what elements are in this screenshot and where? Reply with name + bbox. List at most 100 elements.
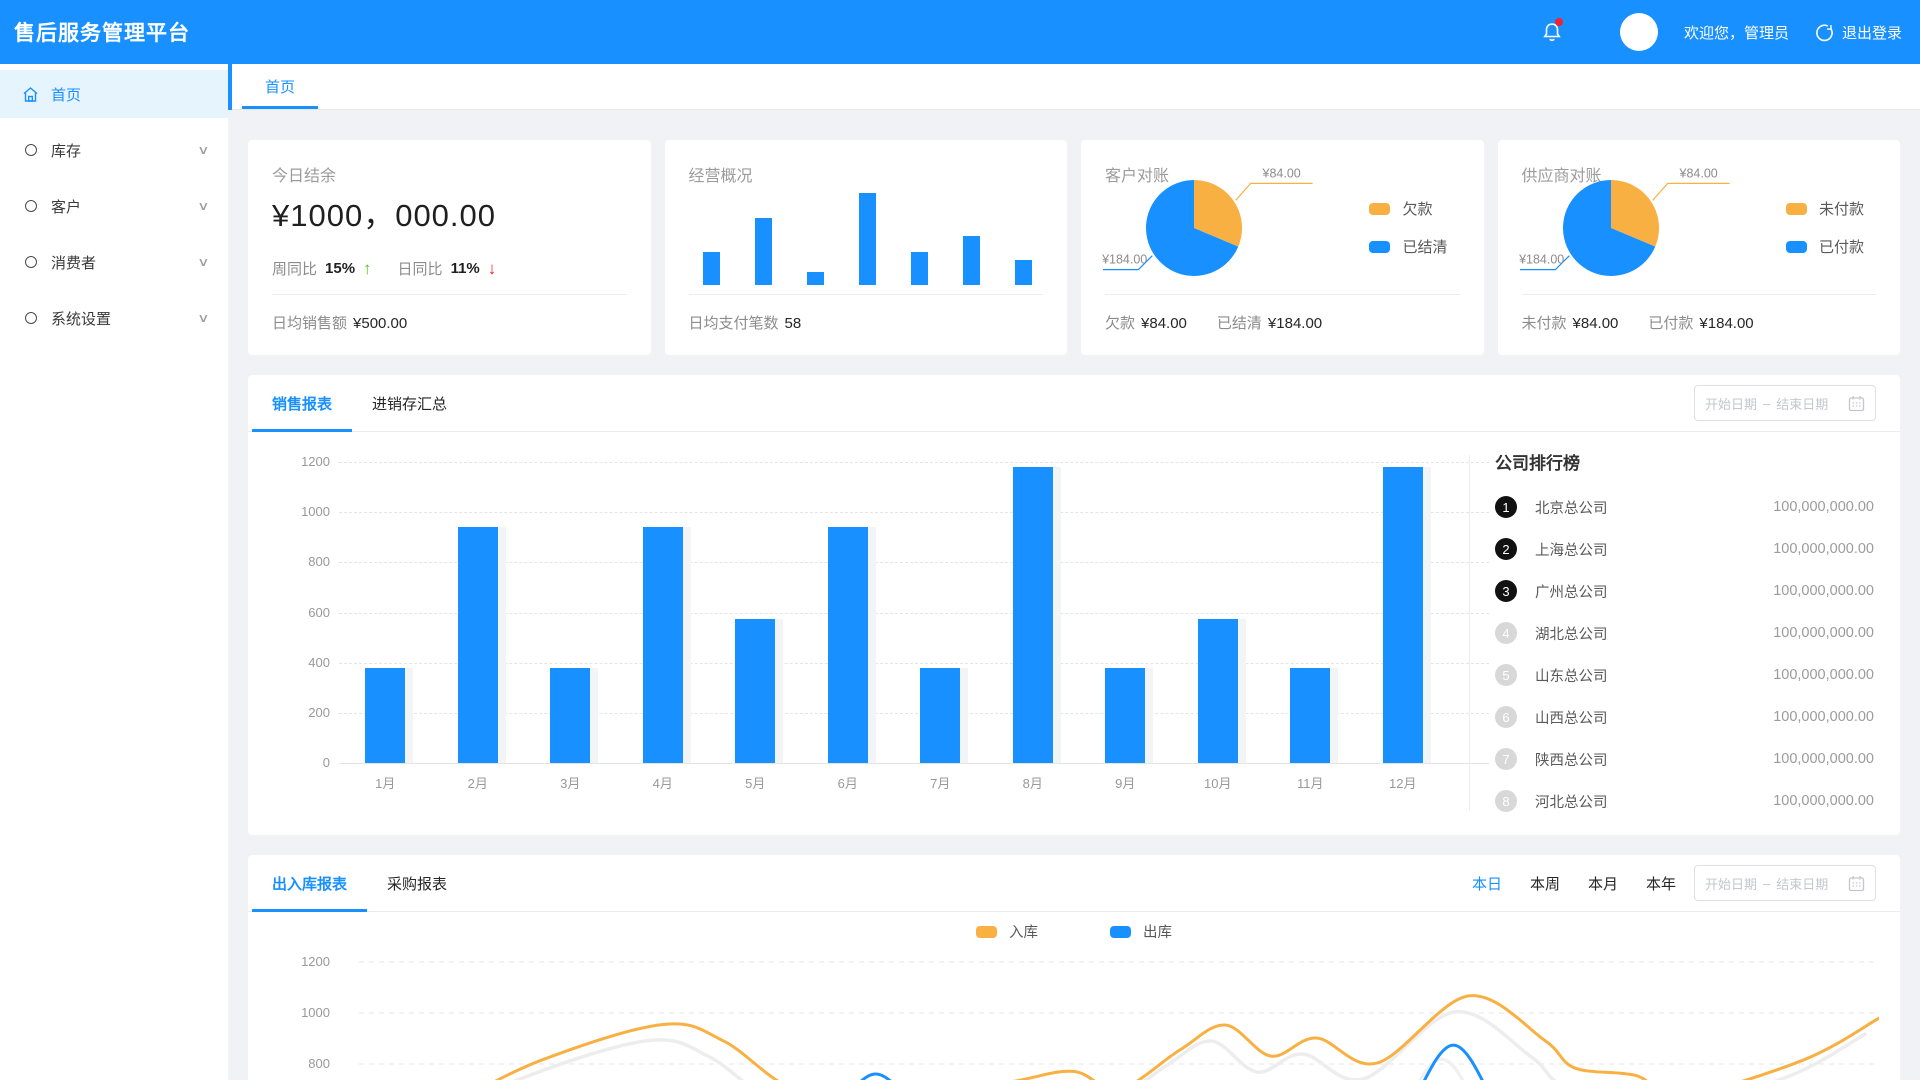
rank-badge: 4: [1495, 622, 1517, 644]
sidebar-item-首页[interactable]: 首页: [0, 70, 228, 118]
rank-badge: 6: [1495, 706, 1517, 728]
divider: [1469, 455, 1470, 811]
io-chart-legend: 入库 出库: [248, 921, 1900, 942]
footer-pair: 已结清¥184.00: [1217, 312, 1322, 333]
footer-value: ¥84.00: [1573, 315, 1619, 332]
tab-出入库报表[interactable]: 出入库报表: [252, 855, 367, 911]
logout-label: 退出登录: [1842, 22, 1902, 43]
company-amount: 100,000,000.00: [1773, 583, 1874, 599]
rank-badge: 5: [1495, 664, 1517, 686]
stat-cards-row: 今日结余 ¥1000，000.00 周同比 15% ↑ 日同比 11% ↓ 日均…: [248, 140, 1900, 355]
sidebar-item-label: 首页: [51, 84, 81, 105]
bar-7月: [920, 668, 960, 763]
gridline: [339, 512, 1489, 513]
stock-io-chart-svg: [339, 950, 1879, 1080]
x-axis-label: 11月: [1264, 773, 1357, 792]
avg-sales-label: 日均销售额¥500.00: [272, 312, 407, 333]
company-name: 山东总公司: [1535, 665, 1608, 686]
pie-callout-label: ¥184.00: [1518, 253, 1564, 267]
filter-本周[interactable]: 本周: [1530, 873, 1560, 894]
main-content: 今日结余 ¥1000，000.00 周同比 15% ↑ 日同比 11% ↓ 日均…: [228, 110, 1920, 1080]
company-amount: 100,000,000.00: [1773, 499, 1874, 515]
sales-date-range-picker[interactable]: 开始日期 – 结束日期: [1694, 385, 1876, 421]
date-start-placeholder: 开始日期: [1705, 394, 1757, 413]
tab-销售报表[interactable]: 销售报表: [252, 375, 352, 431]
y-axis-label: 600: [272, 605, 330, 620]
stock-date-range-picker[interactable]: 开始日期 – 结束日期: [1694, 865, 1876, 901]
bar-8月: [1013, 467, 1053, 763]
legend-swatch: [1369, 203, 1390, 215]
bar-5月: [735, 619, 775, 763]
company-name: 上海总公司: [1535, 539, 1608, 560]
sidebar-item-系统设置[interactable]: 系统设置∨: [0, 294, 228, 342]
bar-4月: [643, 527, 683, 763]
x-axis-label: 9月: [1079, 773, 1172, 792]
logout-icon: [1815, 23, 1834, 42]
gridline: [339, 763, 1489, 764]
ranking-row: 3广州总公司100,000,000.00: [1495, 570, 1874, 612]
company-amount: 100,000,000.00: [1773, 751, 1874, 767]
card-title: 今日结余: [272, 162, 336, 186]
tab-进销存汇总[interactable]: 进销存汇总: [352, 375, 467, 431]
x-axis-label: 12月: [1357, 773, 1450, 792]
divider: [1105, 294, 1460, 295]
gridline: [339, 462, 1489, 463]
legend-label: 未付款: [1819, 198, 1864, 219]
avatar[interactable]: [1620, 13, 1658, 51]
legend-item-出库[interactable]: 出库: [1110, 921, 1172, 942]
bar-shadow: [651, 527, 691, 763]
bar-slot-7月: [894, 462, 987, 763]
gridline: [339, 613, 1489, 614]
x-axis-label: 10月: [1172, 773, 1265, 792]
chevron-down-icon: ∨: [197, 255, 209, 269]
ranking-row: 2上海总公司100,000,000.00: [1495, 528, 1874, 570]
legend-item-入库[interactable]: 入库: [976, 921, 1038, 942]
home-icon: [22, 86, 39, 103]
arrow-down-icon: ↓: [488, 259, 497, 279]
ranking-row: 1北京总公司100,000,000.00: [1495, 486, 1874, 528]
sidebar-item-客户[interactable]: 客户∨: [0, 182, 228, 230]
legend-item-已结清: 已结清: [1369, 236, 1447, 257]
divider: [689, 294, 1044, 295]
filter-本月[interactable]: 本月: [1588, 873, 1618, 894]
sidebar-item-消费者[interactable]: 消费者∨: [0, 238, 228, 286]
date-separator: –: [1763, 876, 1770, 891]
ranking-row: 6山西总公司100,000,000.00: [1495, 696, 1874, 738]
mini-bar: [703, 252, 720, 285]
x-axis-label: 3月: [524, 773, 617, 792]
dot-icon: [25, 144, 37, 156]
divider: [1522, 294, 1877, 295]
calendar-icon: [1848, 875, 1865, 892]
y-axis-label: 800: [272, 1056, 330, 1071]
filter-本日[interactable]: 本日: [1472, 873, 1502, 894]
sidebar-item-label: 系统设置: [51, 308, 111, 329]
company-name: 北京总公司: [1535, 497, 1608, 518]
pie-footer: 欠款¥84.00已结清¥184.00: [1105, 312, 1322, 333]
card-supplier-reconciliation: 供应商对账 ¥84.00¥184.00 未付款已付款 未付款¥84.00已付款¥…: [1498, 140, 1901, 355]
tab-首页[interactable]: 首页: [228, 64, 332, 109]
legend-swatch: [1786, 203, 1807, 215]
bar-10月: [1198, 619, 1238, 763]
legend-label: 入库: [1009, 921, 1038, 942]
sidebar-item-库存[interactable]: 库存∨: [0, 126, 228, 174]
app-header: 售后服务管理平台 欢迎您，管理员 退出登录: [0, 0, 1920, 64]
bar-slot-4月: [617, 462, 710, 763]
bar-slot-3月: [524, 462, 617, 763]
day-trend-label: 日同比: [398, 258, 443, 279]
company-amount: 100,000,000.00: [1773, 541, 1874, 557]
logout-button[interactable]: 退出登录: [1815, 22, 1902, 43]
ranking-list: 1北京总公司100,000,000.002上海总公司100,000,000.00…: [1495, 486, 1874, 822]
pie-callout-label: ¥84.00: [1262, 166, 1301, 180]
bar-9月: [1105, 668, 1145, 763]
filter-本年[interactable]: 本年: [1646, 873, 1676, 894]
bar-shadow: [1206, 619, 1246, 763]
x-axis-label: 1月: [339, 773, 432, 792]
welcome-text: 欢迎您，管理员: [1684, 22, 1789, 43]
legend-label: 出库: [1143, 921, 1172, 942]
pie-callout-label: ¥184.00: [1101, 253, 1147, 267]
notification-bell-icon[interactable]: [1540, 20, 1564, 44]
tab-采购报表[interactable]: 采购报表: [367, 855, 467, 911]
company-name: 湖北总公司: [1535, 623, 1608, 644]
company-name: 河北总公司: [1535, 791, 1608, 812]
quick-filters: 本日 本周 本月 本年: [1472, 855, 1676, 912]
